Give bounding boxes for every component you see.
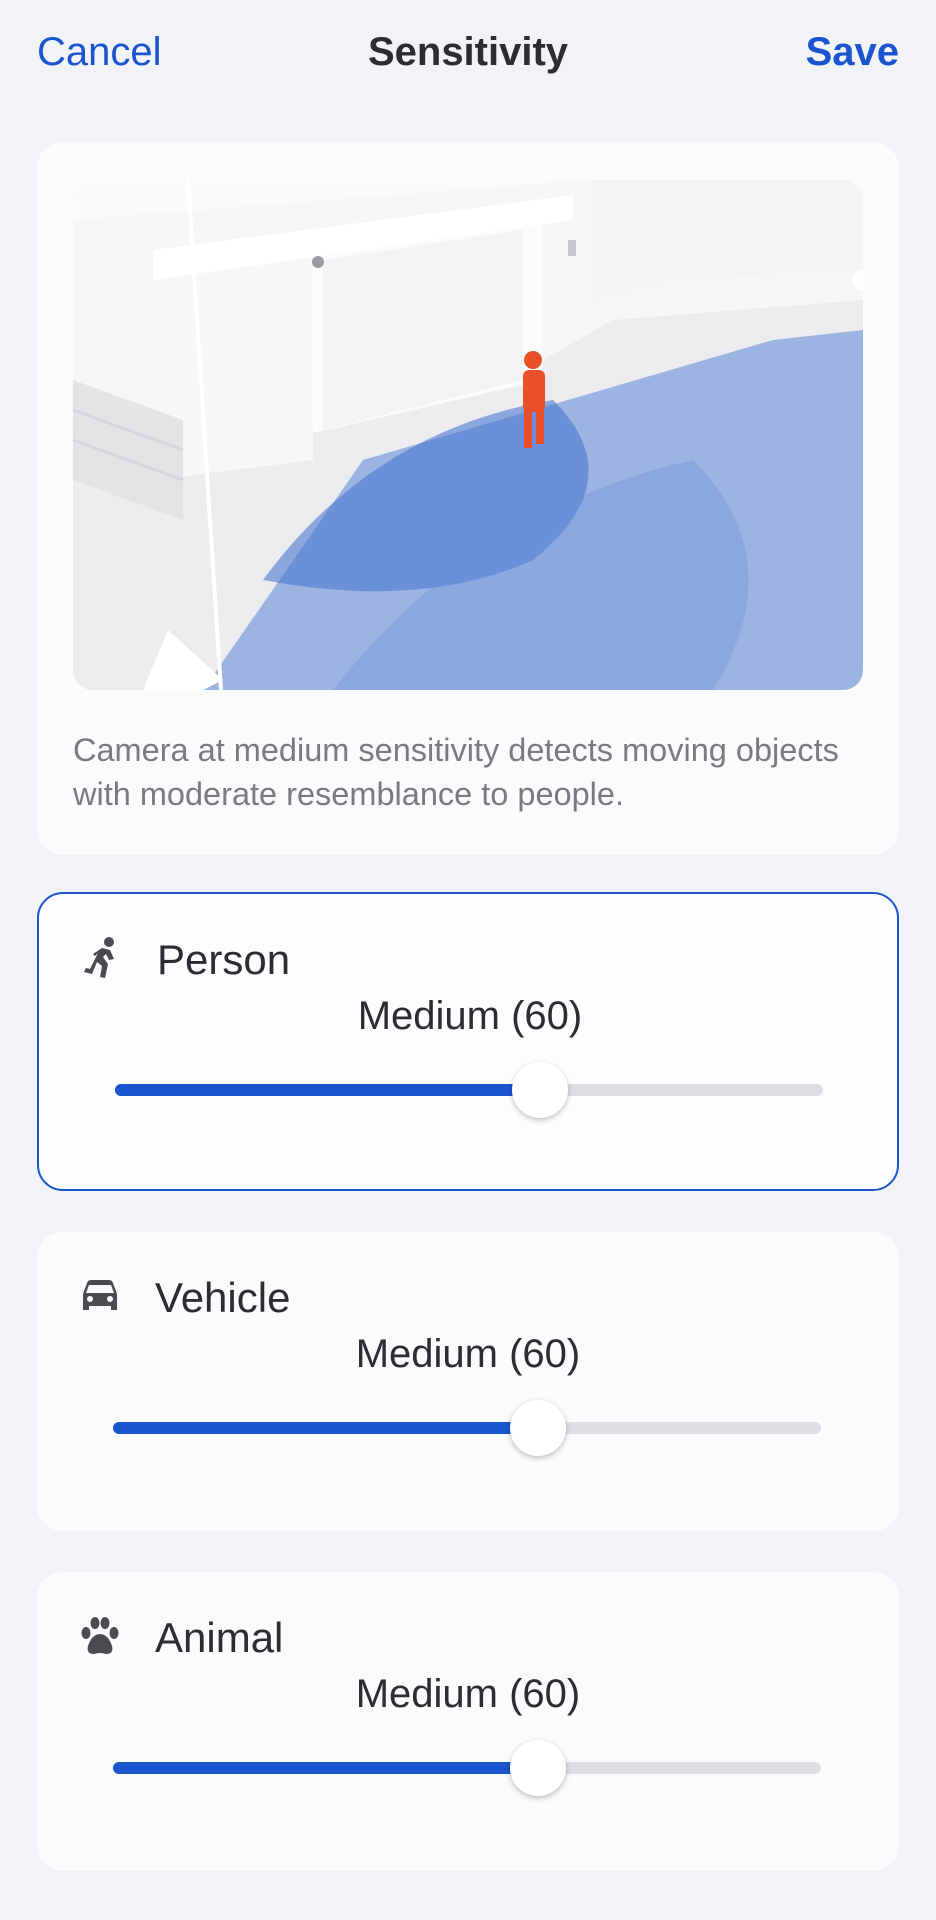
- save-button[interactable]: Save: [806, 30, 899, 75]
- paw-icon: [78, 1614, 122, 1658]
- vehicle-label: Vehicle: [155, 1274, 291, 1321]
- person-sensitivity-slider[interactable]: [115, 1060, 823, 1120]
- sensitivity-screen: Cancel Sensitivity Save Camera at medium…: [0, 0, 936, 1920]
- slider-thumb[interactable]: [511, 1062, 568, 1118]
- preview-card: Camera at medium sensitivity detects mov…: [37, 142, 899, 855]
- person-label: Person: [157, 936, 291, 983]
- detection-preview-image: [73, 180, 863, 690]
- slider-fill: [115, 1084, 540, 1096]
- animal-label: Animal: [155, 1614, 284, 1661]
- slider-fill: [113, 1422, 538, 1434]
- car-icon: [78, 1274, 122, 1318]
- vehicle-value: Medium (60): [355, 1332, 581, 1376]
- animal-sensitivity-card[interactable]: Animal Medium (60): [37, 1572, 899, 1871]
- cancel-button[interactable]: Cancel: [37, 30, 162, 75]
- animal-value: Medium (60): [355, 1672, 581, 1716]
- vehicle-sensitivity-card[interactable]: Vehicle Medium (60): [37, 1232, 899, 1531]
- slider-thumb[interactable]: [509, 1740, 566, 1796]
- animal-sensitivity-slider[interactable]: [113, 1738, 821, 1798]
- person-sensitivity-card[interactable]: Person Medium (60): [37, 892, 899, 1191]
- person-value: Medium (60): [357, 994, 583, 1038]
- running-person-icon: [80, 936, 124, 980]
- top-bar: Cancel Sensitivity Save: [0, 0, 936, 110]
- vehicle-sensitivity-slider[interactable]: [113, 1398, 821, 1458]
- slider-thumb[interactable]: [509, 1400, 566, 1456]
- sensitivity-description: Camera at medium sensitivity detects mov…: [73, 732, 839, 812]
- slider-fill: [113, 1762, 538, 1774]
